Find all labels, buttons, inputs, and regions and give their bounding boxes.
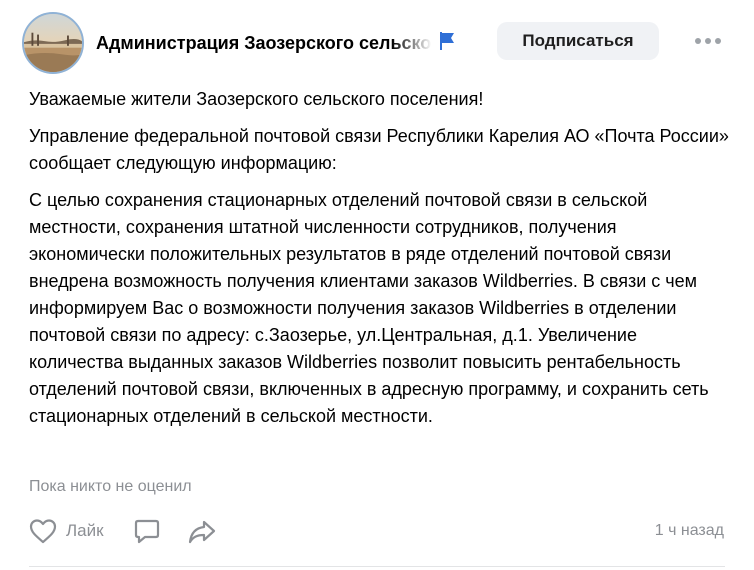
post-paragraph-main: С целью сохранения стационарных отделени… bbox=[29, 190, 709, 426]
like-label: Лайк bbox=[66, 521, 104, 540]
post-actions: Лайк 1 ч назад bbox=[0, 512, 754, 550]
post-paragraph-intro: Управление федеральной почтовой связи Ре… bbox=[29, 126, 729, 173]
avatar-image bbox=[24, 14, 82, 72]
post-timestamp[interactable]: 1 ч назад bbox=[655, 520, 724, 542]
comment-icon[interactable] bbox=[133, 517, 161, 545]
share-icon[interactable] bbox=[187, 517, 217, 545]
likes-info[interactable]: Пока никто не оценил bbox=[29, 476, 192, 498]
heart-icon bbox=[29, 519, 57, 544]
post-text: Уважаемые жители Заозерского сельского п… bbox=[29, 86, 729, 440]
like-button[interactable]: Лайк bbox=[28, 516, 104, 546]
post-paragraph-greeting: Уважаемые жители Заозерского сельского п… bbox=[29, 89, 484, 109]
flag-icon bbox=[440, 32, 454, 50]
community-avatar[interactable] bbox=[22, 12, 84, 74]
post-card: Администрация Заозерского сельского посе… bbox=[0, 0, 754, 570]
subscribe-button[interactable]: Подписаться bbox=[497, 22, 659, 60]
post-header: Администрация Заозерского сельского посе… bbox=[0, 0, 754, 84]
divider bbox=[29, 566, 725, 567]
more-icon[interactable] bbox=[692, 32, 724, 50]
community-name[interactable]: Администрация Заозерского сельского посе… bbox=[96, 30, 432, 56]
